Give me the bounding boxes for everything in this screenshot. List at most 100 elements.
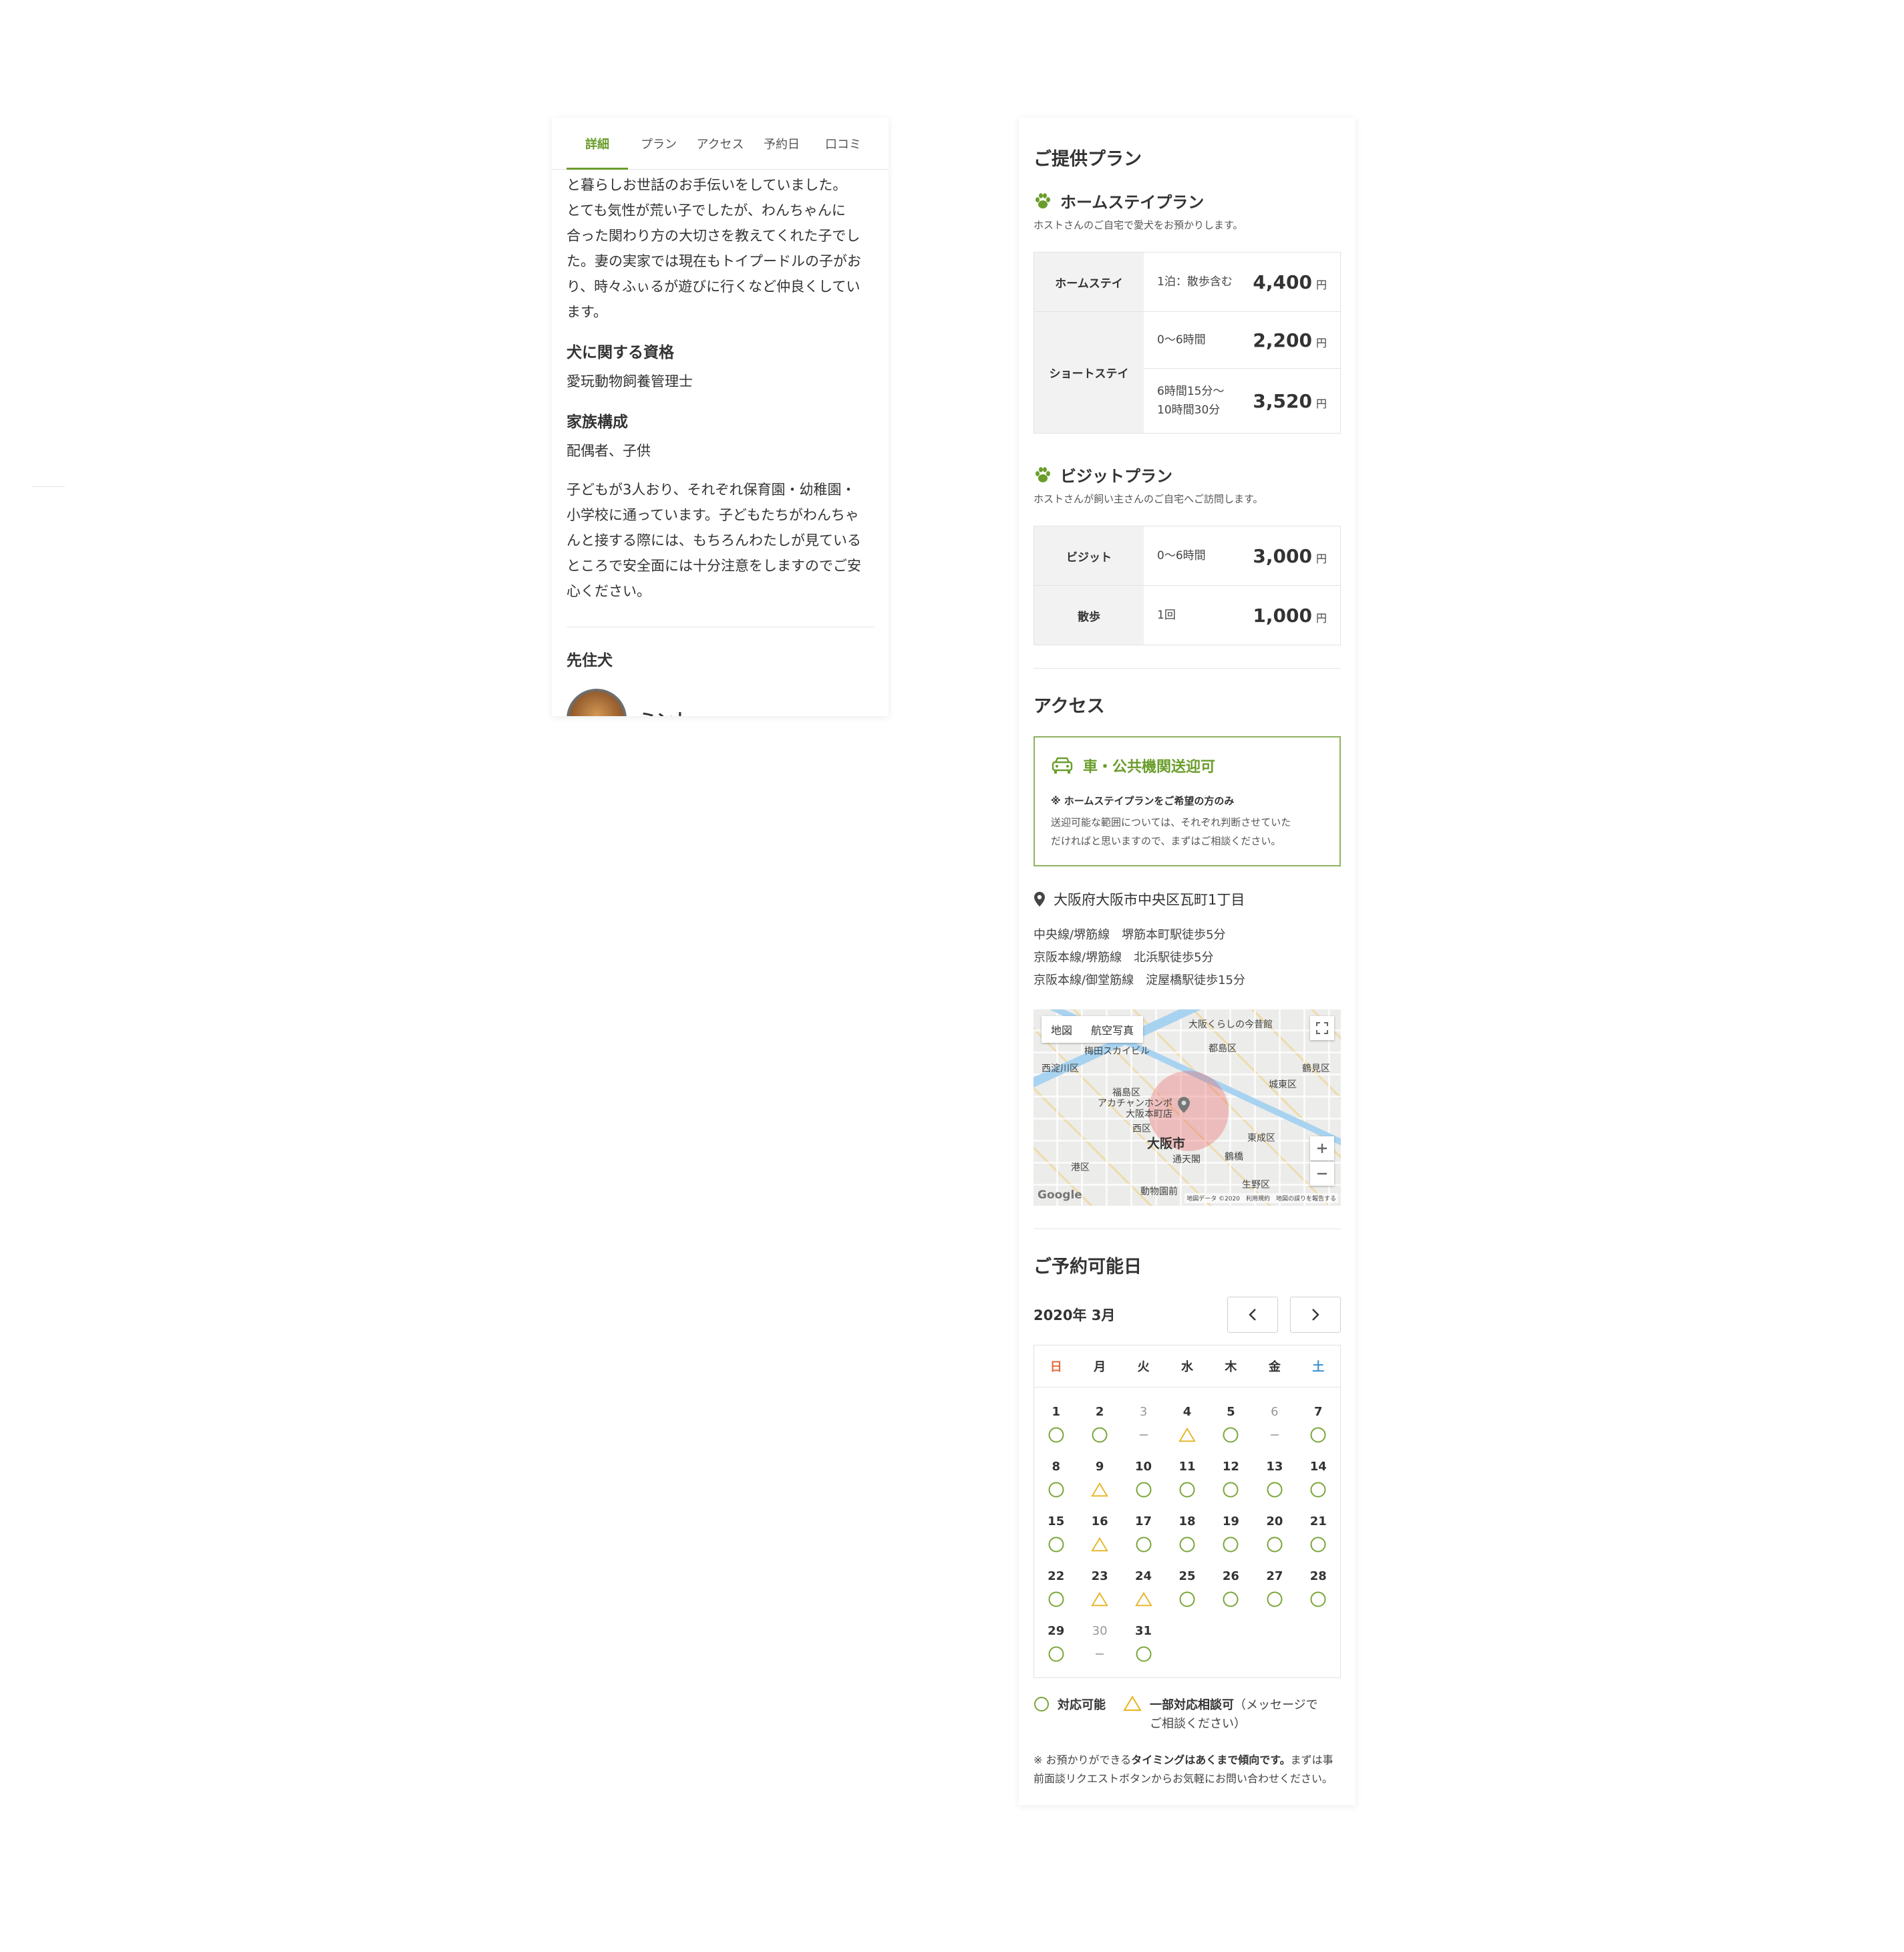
day-number: 24 (1135, 1569, 1152, 1583)
available-circle-icon (1309, 1536, 1327, 1553)
calendar-day[interactable]: 14 (1297, 1460, 1340, 1500)
day-number: 23 (1091, 1569, 1108, 1583)
next-month-button[interactable] (1290, 1297, 1341, 1333)
calendar-day[interactable]: 12 (1209, 1460, 1253, 1500)
available-circle-icon (1266, 1591, 1283, 1608)
map-type-toggle: 地図 航空写真 (1042, 1016, 1144, 1043)
available-circle-icon (1309, 1426, 1327, 1444)
price-desc-line: 10時間30分 (1157, 403, 1221, 417)
calendar-day[interactable]: 11 (1165, 1460, 1209, 1500)
partial-triangle-icon (1091, 1536, 1108, 1553)
calendar-day[interactable]: 23 (1078, 1569, 1121, 1609)
map-type-aerial[interactable]: 航空写真 (1082, 1016, 1143, 1043)
day-number: 18 (1178, 1514, 1196, 1528)
price-cell: 6時間15分〜 10時間30分 3,520 円 (1144, 369, 1340, 433)
day-number: 6 (1271, 1405, 1279, 1419)
tab-detail[interactable]: 詳細 (567, 118, 628, 170)
legend-label: 一部対応相談可（メッセージで ご相談ください） (1150, 1695, 1318, 1734)
calendar-day[interactable]: 22 (1034, 1569, 1078, 1609)
day-number: 10 (1135, 1460, 1152, 1474)
station-list: 中央線/堺筋線 堺筋本町駅徒歩5分 京阪本線/堺筋線 北浜駅徒歩5分 京阪本線/… (1034, 924, 1341, 992)
calendar-day[interactable]: 15 (1034, 1514, 1078, 1555)
price-desc-line: 6時間15分〜 (1157, 385, 1225, 398)
available-circle-icon (1048, 1536, 1065, 1553)
calendar-day[interactable]: 1 (1034, 1405, 1078, 1445)
calendar-day[interactable]: 2 (1078, 1405, 1121, 1445)
calendar-day[interactable]: 13 (1253, 1460, 1296, 1500)
price-desc: 0〜6時間 (1157, 549, 1206, 562)
map-marker-icon (1178, 1097, 1190, 1113)
day-number: 27 (1266, 1569, 1283, 1583)
price-cell: 0〜6時間 3,000 円 (1144, 526, 1340, 585)
plan-name-cell: ビジット (1034, 526, 1144, 585)
fullscreen-button[interactable] (1310, 1016, 1334, 1040)
day-number: 29 (1048, 1624, 1065, 1638)
map-label: 梅田スカイビル (1084, 1046, 1150, 1057)
day-number: 21 (1309, 1514, 1327, 1528)
plan-access-card: ご提供プラン ホームステイプラン ホストさんのご自宅で愛犬をお預かりします。 ホ… (1019, 118, 1356, 1805)
zoom-in-button[interactable] (1310, 1136, 1334, 1160)
map-label: 鶴橋 (1225, 1152, 1243, 1162)
day-number: 3 (1139, 1405, 1148, 1419)
calendar-legend: 対応可能 一部対応相談可（メッセージで ご相談ください） (1034, 1695, 1341, 1734)
chevron-left-icon (1249, 1309, 1256, 1321)
prev-dog-item[interactable]: ミント (567, 689, 874, 716)
legend-available: 対応可能 (1034, 1695, 1106, 1713)
calendar-day[interactable]: 25 (1165, 1569, 1209, 1609)
visit-price-table: ビジット 0〜6時間 3,000 円 散歩 1回 1,000 円 (1034, 526, 1341, 645)
zoom-out-button[interactable] (1310, 1162, 1334, 1186)
map-label: 通天閣 (1172, 1154, 1201, 1165)
legend-sub: （メッセージで (1234, 1698, 1318, 1712)
map-attribution[interactable]: 地図データ ©2020 利用規約 地図の誤りを報告する (1184, 1193, 1338, 1203)
day-number: 14 (1309, 1460, 1327, 1474)
price-value: 1,000 (1253, 604, 1312, 627)
transport-title: 車・公共機関送迎可 (1051, 755, 1323, 776)
day-number: 30 (1092, 1624, 1108, 1638)
map-view[interactable]: 大阪くらしの今昔館 梅田スカイビル 都島区 西淀川区 鶴見区 福島区 城東区 ア… (1034, 1009, 1341, 1206)
tab-plan[interactable]: プラン (628, 118, 689, 169)
calendar-day[interactable]: 20 (1253, 1514, 1296, 1555)
calendar-day[interactable]: 9 (1078, 1460, 1121, 1500)
calendar-day[interactable]: 27 (1253, 1569, 1296, 1609)
tab-reviews[interactable]: 口コミ (812, 118, 874, 169)
map-label: 大阪本町店 (1126, 1109, 1172, 1120)
section-divider (1034, 668, 1341, 669)
calendar-day[interactable]: 28 (1297, 1569, 1340, 1609)
calendar-day[interactable]: 21 (1297, 1514, 1340, 1555)
map-label: 西区 (1132, 1124, 1151, 1134)
paw-icon (1036, 192, 1050, 208)
calendar-day[interactable]: 19 (1209, 1514, 1253, 1555)
homestay-price-table: ホームステイ 1泊：散歩含む 4,400 円 ショートステイ 0〜6時間 2,20… (1034, 252, 1341, 434)
plan-title-text: ビジットプラン (1060, 467, 1172, 486)
calendar-day: 6 (1253, 1405, 1296, 1445)
calendar-day[interactable]: 8 (1034, 1460, 1078, 1500)
calendar-day[interactable]: 4 (1165, 1405, 1209, 1445)
legend-sub: ご相談ください） (1150, 1717, 1246, 1731)
price-unit: 円 (1315, 611, 1327, 625)
calendar-day[interactable]: 18 (1165, 1514, 1209, 1555)
calendar-day[interactable]: 31 (1122, 1624, 1165, 1664)
calendar-day[interactable]: 10 (1122, 1460, 1165, 1500)
triangle-icon (1123, 1695, 1142, 1711)
available-circle-icon (1048, 1645, 1065, 1663)
google-logo: Google (1038, 1188, 1082, 1202)
calendar-day[interactable]: 7 (1297, 1405, 1340, 1445)
available-circle-icon (1222, 1481, 1239, 1498)
map-label: 西淀川区 (1042, 1064, 1079, 1074)
calendar-day[interactable]: 24 (1122, 1569, 1165, 1609)
calendar-day[interactable]: 29 (1034, 1624, 1078, 1664)
calendar-day[interactable]: 5 (1209, 1405, 1253, 1445)
day-number: 1 (1052, 1405, 1060, 1419)
tab-reservation-date[interactable]: 予約日 (751, 118, 812, 169)
prev-month-button[interactable] (1227, 1297, 1278, 1333)
calendar-day[interactable]: 17 (1122, 1514, 1165, 1555)
tab-access[interactable]: アクセス (689, 118, 751, 169)
map-label: 都島区 (1209, 1043, 1237, 1054)
plus-icon (1317, 1144, 1327, 1153)
map-type-map[interactable]: 地図 (1042, 1016, 1082, 1043)
available-circle-icon (1178, 1481, 1196, 1498)
calendar-day[interactable]: 16 (1078, 1514, 1121, 1555)
calendar-day[interactable]: 26 (1209, 1569, 1253, 1609)
available-circle-icon (1135, 1536, 1152, 1553)
price-value: 3,520 (1253, 389, 1312, 412)
